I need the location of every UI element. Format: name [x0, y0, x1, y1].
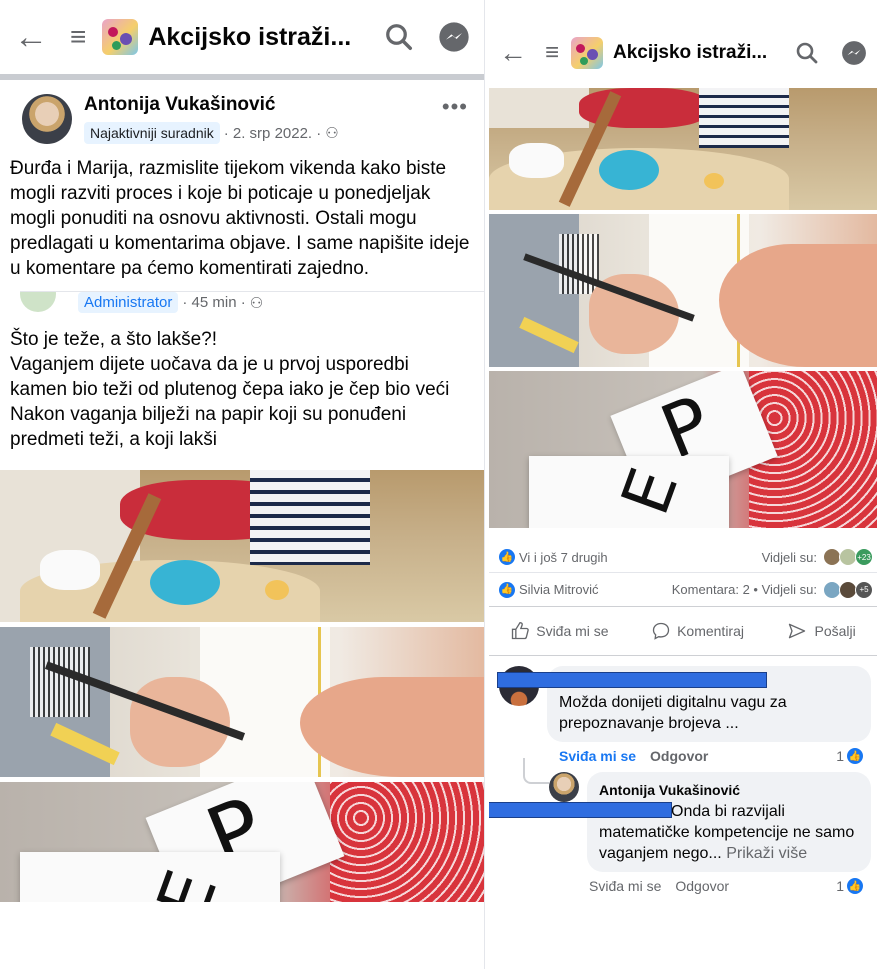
comment-button[interactable]: Komentiraj — [651, 621, 744, 641]
post-text: Đurđa i Marija, razmislite tijekom viken… — [10, 158, 470, 279]
group-avatar[interactable] — [571, 37, 604, 69]
thumbs-up-icon — [512, 621, 530, 640]
post-header: Antonija Vukašinović Najaktivniji suradn… — [0, 80, 484, 144]
comment-label: Komentiraj — [677, 623, 744, 639]
shared-author-avatar[interactable] — [20, 292, 56, 312]
post-date[interactable]: · 2. srp 2022. · — [224, 125, 322, 142]
send-button[interactable]: Pošalji — [786, 621, 856, 641]
like-icon: 👍 — [847, 748, 863, 764]
shared-likes[interactable]: 👍 Silvia Mitrović — [499, 581, 598, 598]
audience-group-icon: ⚇ — [249, 294, 264, 312]
top-navigation-bar: ← ≡ Akcijsko istraži... — [0, 0, 484, 80]
post-photo-letters[interactable]: P E — [0, 782, 484, 902]
redaction-bar — [489, 802, 672, 818]
send-icon — [789, 623, 806, 639]
like-button[interactable]: Sviđa mi se — [510, 621, 609, 641]
like-icon: 👍 — [499, 581, 515, 598]
post-photo-writing[interactable] — [0, 627, 484, 777]
comment-stats-text: Komentara: 2 • Vidjeli su: — [671, 582, 817, 597]
menu-icon[interactable]: ≡ — [545, 39, 559, 67]
comment: Možda donijeti digitalnu vagu za prepozn… — [489, 656, 877, 742]
shared-time[interactable]: · 45 min · — [182, 294, 245, 311]
menu-icon[interactable]: ≡ — [70, 21, 86, 53]
group-avatar[interactable] — [102, 19, 139, 55]
viewer-count: +23 — [855, 548, 873, 566]
seen-by-label: Vidjeli su: — [761, 549, 817, 565]
post-photo-letters[interactable]: P E — [489, 371, 877, 528]
post-photo-scale[interactable] — [489, 88, 877, 210]
search-icon[interactable] — [795, 41, 819, 65]
comment-reply-button[interactable]: Odgovor — [650, 748, 708, 764]
author-name[interactable]: Antonija Vukašinović — [84, 94, 442, 116]
seen-by[interactable]: Vidjeli su: +23 — [762, 548, 873, 566]
messenger-icon[interactable] — [438, 21, 470, 53]
see-more-link[interactable]: Prikaži više — [726, 845, 807, 862]
shared-text-line: Vaganjem dijete uočava da je u prvoj usp… — [10, 354, 450, 400]
left-screenshot-panel: ← ≡ Akcijsko istraži... Antonija Vukašin… — [0, 0, 485, 969]
reply-reply-button[interactable]: Odgovor — [675, 878, 729, 894]
reply-thread-line — [523, 758, 549, 784]
comment-like-button[interactable]: Sviđa mi se — [559, 748, 636, 764]
likes-text[interactable]: Vi i još 7 drugih — [519, 550, 608, 565]
administrator-badge[interactable]: Administrator — [78, 292, 179, 313]
post-photo-scale[interactable] — [0, 470, 484, 622]
like-icon: 👍 — [499, 549, 515, 565]
reply-like-count[interactable]: 1 👍 — [836, 878, 867, 894]
back-arrow-icon[interactable]: ← — [499, 39, 527, 67]
like-label: Sviđa mi se — [536, 623, 609, 639]
reply-like-button[interactable]: Sviđa mi se — [589, 878, 661, 894]
comment-stats[interactable]: Komentara: 2 • Vidjeli su: +5 — [671, 580, 873, 599]
group-title[interactable]: Akcijsko istraži... — [148, 23, 374, 52]
reply-author-name[interactable]: Antonija Vukašinović — [599, 780, 859, 801]
post-actions-bar: Sviđa mi se Komentiraj Pošalji — [489, 606, 877, 656]
audience-group-icon: ⚇ — [325, 125, 339, 142]
shared-reactions-row: 👍 Silvia Mitrović Komentara: 2 • Vidjeli… — [489, 572, 877, 606]
more-options-icon[interactable]: ••• — [442, 94, 468, 144]
post-photo-writing[interactable] — [489, 214, 877, 367]
shared-post-text: Što je teže, a što lakše?! Vaganjem dije… — [0, 313, 484, 452]
group-title[interactable]: Akcijsko istraži... — [613, 42, 785, 64]
shared-text-line: Što je teže, a što lakše?! — [10, 329, 218, 350]
comment-like-count[interactable]: 1 👍 — [836, 748, 867, 764]
comment-like-count-text: 1 — [836, 748, 844, 764]
reply-author-avatar[interactable] — [549, 772, 579, 802]
messenger-icon[interactable] — [841, 40, 867, 66]
comment-text: Možda donijeti digitalnu vagu za prepozn… — [559, 694, 787, 732]
right-screenshot-panel: ← ≡ Akcijsko istraži... P E 👍 Vi i još 7… — [489, 18, 877, 969]
viewer-count: +5 — [855, 580, 873, 599]
comment-icon — [652, 622, 670, 640]
search-icon[interactable] — [384, 22, 414, 52]
top-navigation-bar: ← ≡ Akcijsko istraži... — [489, 18, 877, 88]
back-arrow-icon[interactable]: ← — [14, 20, 48, 54]
shared-text-line: Nakon vaganja bilježi na papir koji su p… — [10, 404, 407, 450]
like-icon: 👍 — [847, 878, 863, 894]
top-contributor-badge[interactable]: Najaktivniji suradnik — [84, 122, 220, 144]
redaction-bar — [497, 672, 767, 688]
shared-post-header: Administrator · 45 min · ⚇ — [20, 291, 484, 313]
likes-summary[interactable]: 👍 Vi i još 7 drugih — [499, 549, 608, 565]
reply-like-count-text: 1 — [836, 878, 844, 894]
reactions-row: 👍 Vi i još 7 drugih Vidjeli su: +23 — [489, 542, 877, 572]
shared-liker-name[interactable]: Silvia Mitrović — [519, 582, 598, 597]
reply-actions: Sviđa mi se Odgovor 1 👍 — [489, 872, 877, 894]
reply-bubble[interactable]: Antonija Vukašinović ć odlično. Onda bi … — [489, 772, 871, 872]
comment-bubble[interactable]: Možda donijeti digitalnu vagu za prepozn… — [497, 666, 871, 742]
send-label: Pošalji — [814, 623, 856, 639]
author-avatar[interactable] — [22, 94, 72, 144]
